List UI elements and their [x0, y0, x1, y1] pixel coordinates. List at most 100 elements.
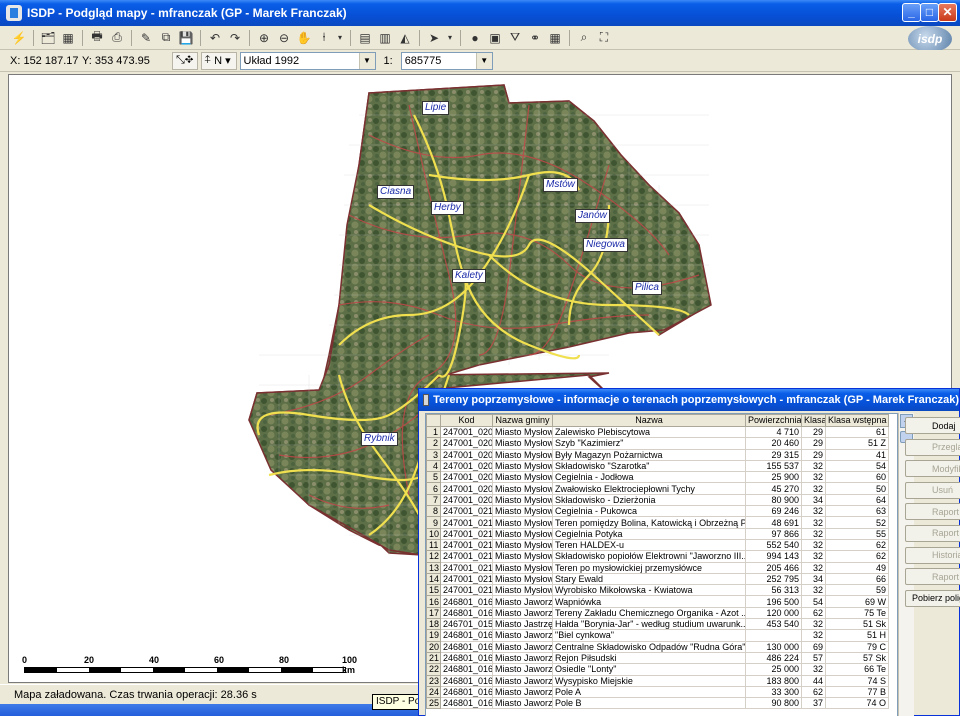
copy-icon[interactable]: ⧉ — [157, 29, 175, 47]
table-cell: Miasto Jaworzno — [492, 640, 553, 653]
hyperlink-icon[interactable]: ⚭ — [526, 29, 544, 47]
action-button-7[interactable]: Raport listy — [905, 568, 960, 586]
table-cell: Miasto Mysłowice — [492, 550, 553, 563]
action-button-8[interactable]: Pobierz poligon — [905, 589, 960, 607]
column-header[interactable]: Kod — [440, 414, 493, 427]
table-cell: 48 691 — [745, 516, 802, 529]
layer-manager-icon[interactable]: ▤ — [356, 29, 374, 47]
table-row[interactable]: 12247001_0214Miasto MysłowiceSkładowisko… — [426, 550, 889, 563]
undo-icon[interactable]: ↶ — [206, 29, 224, 47]
north-arrow-dropdown[interactable]: ⍏ N ▾ — [200, 51, 237, 70]
table-cell: 247001_0207 — [440, 471, 493, 484]
action-button-4[interactable]: Raport szczegółowy — [905, 503, 960, 521]
action-button-1[interactable]: Przeglądaj — [905, 438, 960, 456]
table-cell: 32 — [801, 550, 826, 563]
save-icon[interactable]: 💾 — [177, 29, 195, 47]
drawing-icon[interactable]: ◭ — [396, 29, 414, 47]
map-table-icon[interactable]: ▥ — [376, 29, 394, 47]
table-row[interactable]: 5247001_0207Miasto MysłowiceCegielnia - … — [426, 471, 889, 484]
table-row[interactable]: 13247001_0215Miasto MysłowiceTeren po my… — [426, 561, 889, 574]
print-icon[interactable]: 🖶 — [88, 29, 106, 47]
table-cell: 59 — [825, 584, 889, 597]
grid-icon[interactable]: ▦ — [546, 29, 564, 47]
table-row[interactable]: 23246801_0166Miasto JaworznoWysypisko Mi… — [426, 674, 889, 687]
table-row[interactable]: 17246801_0161Miasto JaworznoTereny Zakła… — [426, 606, 889, 620]
table-row[interactable]: 7247001_0209Miasto MysłowiceSkładowisko … — [426, 493, 889, 507]
table-row[interactable]: 8247001_0210Miasto MysłowiceCegielnia - … — [426, 505, 889, 518]
table-row[interactable]: 2247001_0204Miasto MysłowiceSzyb "Kazimi… — [426, 437, 889, 450]
row-number: 4 — [426, 459, 441, 473]
table-cell: 252 795 — [745, 572, 802, 586]
table-row[interactable]: 24246801_0167Miasto JaworznoPole A33 300… — [426, 685, 889, 699]
pan-icon[interactable]: ✋ — [295, 29, 313, 47]
dropdown-icon[interactable]: ▾ — [445, 29, 455, 47]
map-label-rybnik: Rybnik — [361, 432, 398, 446]
table-cell: 69 — [801, 640, 826, 653]
table-row[interactable]: 3247001_0205Miasto MysłowiceByły Magazyn… — [426, 448, 889, 461]
table-cell: 66 — [825, 572, 889, 586]
table-row[interactable]: 4247001_0206Miasto MysłowiceSkładowisko … — [426, 459, 889, 473]
column-header[interactable]: Nazwa gminy — [492, 414, 553, 427]
action-button-3[interactable]: Usuń — [905, 481, 960, 499]
zoom-out-icon[interactable]: ⊖ — [275, 29, 293, 47]
table-cell: 32 — [801, 584, 826, 597]
dialog-title-bar[interactable]: Tereny poprzemysłowe - informacje o tere… — [419, 389, 959, 411]
layers-icon[interactable]: ⚡ — [10, 29, 28, 47]
column-header[interactable]: Klasa wstępna — [825, 414, 889, 427]
table-row[interactable]: 25246801_0168Miasto JaworznoPole B90 800… — [426, 697, 889, 710]
redo-icon[interactable]: ↷ — [226, 29, 244, 47]
row-number: 3 — [426, 448, 441, 461]
title-bar[interactable]: ISDP - Podgląd mapy - mfranczak (GP - Ma… — [0, 0, 960, 26]
select-arrow-icon[interactable]: ➤ — [425, 29, 443, 47]
find-icon[interactable]: ⛶ — [595, 29, 613, 47]
table-row[interactable]: 10247001_0212Miasto MysłowiceCegielnia P… — [426, 527, 889, 540]
dropdown-icon[interactable]: ▾ — [335, 29, 345, 47]
filter-icon[interactable]: ⛛ — [506, 29, 524, 47]
properties-icon[interactable]: 🗂 — [39, 29, 57, 47]
toolbar-separator — [419, 29, 420, 46]
chevron-down-icon[interactable]: ▼ — [358, 52, 375, 69]
row-number: 22 — [426, 663, 441, 676]
table-row[interactable]: 21246801_0164Miasto JaworznoRejon Piłsud… — [426, 651, 889, 665]
brownfield-table[interactable]: Kod Nazwa gminy Nazwa Powierzchnia Klasa Klas… — [425, 413, 898, 716]
table-row[interactable]: 16246801_0160Miasto JaworznoWapniówka196… — [426, 595, 889, 608]
coordinate-system-select[interactable]: Układ 1992 ▼ — [239, 51, 376, 70]
table-icon[interactable]: ▦ — [59, 29, 77, 47]
screen-icon[interactable]: ▣ — [486, 29, 504, 47]
table-row[interactable]: 20246801_0163Miasto JaworznoCentralne Sk… — [426, 640, 889, 653]
column-header[interactable]: Klasa — [801, 414, 826, 427]
table-cell: 41 — [825, 448, 889, 461]
scale-select[interactable]: 685775 ▼ — [400, 51, 493, 70]
action-button-5[interactable]: Raport ogólny — [905, 524, 960, 542]
table-row[interactable]: 11247001_0213Miasto MysłowiceTeren HALDE… — [426, 538, 889, 552]
maximize-button[interactable]: □ — [920, 3, 939, 22]
table-row[interactable]: 14247001_0216Miasto MysłowiceStary Ewald… — [426, 572, 889, 586]
circle-icon[interactable]: ● — [466, 29, 484, 47]
minimize-button[interactable]: _ — [902, 3, 921, 22]
zoom-in-icon[interactable]: ⊕ — [255, 29, 273, 47]
draw-icon[interactable]: ✎ — [137, 29, 155, 47]
table-row[interactable]: 6247001_0208Miasto MysłowiceZwałowisko E… — [426, 482, 889, 495]
table-row[interactable]: 9247001_0211Miasto MysłowiceTeren pomięd… — [426, 516, 889, 529]
action-button-0[interactable]: Dodaj — [905, 417, 960, 434]
column-header[interactable]: Powierzchnia — [745, 414, 802, 427]
column-header[interactable]: Nazwa — [552, 414, 746, 427]
table-row[interactable]: 18246701_0152Miasto Jastrzęb...Hałda "Bo… — [426, 618, 889, 631]
action-button-2[interactable]: Modyfikuj — [905, 460, 960, 478]
table-row[interactable]: 15247001_0217Miasto MysłowiceWyrobisko M… — [426, 584, 889, 597]
snap-button[interactable]: ⤡✥ — [172, 51, 198, 70]
table-cell — [745, 629, 802, 642]
table-cell: 90 800 — [745, 697, 802, 710]
chevron-down-icon[interactable]: ▼ — [475, 52, 492, 69]
table-cell: 37 — [801, 697, 826, 710]
close-button[interactable]: ✕ — [938, 3, 957, 22]
table-row[interactable]: 19246801_0162Miasto Jaworzno"Biel cynkow… — [426, 629, 889, 642]
search-map-icon[interactable]: ⌕ — [575, 29, 593, 47]
measure-icon[interactable]: ⍿ — [315, 29, 333, 47]
table-cell: Zalewisko Plebiscytowa — [552, 425, 746, 439]
table-row[interactable]: 1247001_0203Miasto MysłowiceZalewisko Pl… — [426, 425, 889, 439]
table-row[interactable]: 22246801_0165Miasto JaworznoOsiedle "Lon… — [426, 663, 889, 676]
action-button-6[interactable]: Historia — [905, 546, 960, 564]
print-preview-icon[interactable]: ⎙ — [108, 29, 126, 47]
table-cell: Miasto Mysłowice — [492, 516, 553, 529]
